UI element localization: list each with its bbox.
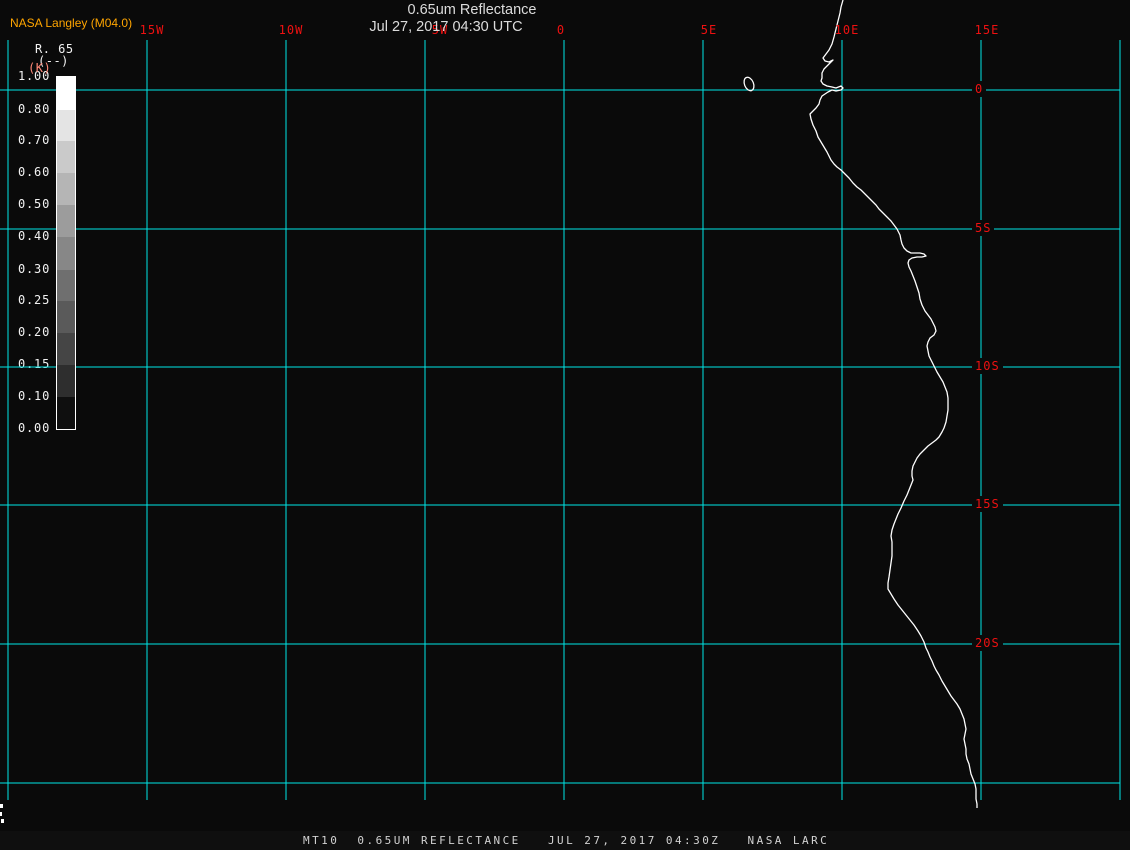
- edge-speck: [0, 812, 2, 816]
- credit-label: NASA Langley (M04.0): [10, 16, 133, 30]
- edge-speck: [0, 804, 3, 808]
- colorbar-gradient-bar: [56, 76, 76, 430]
- colorbar-segment: [57, 141, 75, 173]
- colorbar-segment: [57, 270, 75, 301]
- lat-label-10s: 10S: [972, 358, 1003, 374]
- lon-label-0: 0: [556, 23, 566, 37]
- colorbar-segment: [57, 397, 75, 429]
- lon-label-10e: 10E: [834, 23, 860, 37]
- colorbar-segment: [57, 77, 75, 110]
- lon-label-5e: 5E: [700, 23, 718, 37]
- colorbar-segment: [57, 365, 75, 397]
- colorbar-segment: [57, 237, 75, 270]
- lon-label-15w: 15W: [139, 23, 165, 37]
- lon-label-10w: 10W: [278, 23, 304, 37]
- colorbar-segment: [57, 110, 75, 141]
- lon-label-15e: 15E: [974, 23, 1000, 37]
- status-bar: MT10 0.65UM REFLECTANCE JUL 27, 2017 04:…: [0, 831, 1130, 850]
- plot-title: 0.65um Reflectance: [407, 2, 537, 18]
- colorbar-segment: [57, 173, 75, 205]
- colorbar-segment: [57, 205, 75, 237]
- colorbar-segment: [57, 333, 75, 365]
- lat-label-0: 0: [972, 81, 987, 97]
- lat-label-15s: 15S: [972, 496, 1003, 512]
- plot-timestamp: Jul 27, 2017 04:30 UTC: [369, 19, 523, 35]
- satellite-reflectance-plot: NASA Langley (M04.0) 0.65um Reflectance …: [0, 0, 1130, 850]
- map-canvas: [0, 0, 1121, 823]
- africa-west-coastline: [809, 0, 978, 808]
- colorbar-segment: [57, 301, 75, 333]
- status-bar-text: MT10 0.65UM REFLECTANCE JUL 27, 2017 04:…: [303, 834, 830, 847]
- lat-label-5s: 5S: [972, 220, 995, 236]
- edge-speck: [1, 819, 4, 823]
- lat-lon-gridlines: [0, 40, 1121, 800]
- colorbar-units-k: (K): [28, 61, 52, 75]
- lat-label-20s: 20S: [972, 635, 1003, 651]
